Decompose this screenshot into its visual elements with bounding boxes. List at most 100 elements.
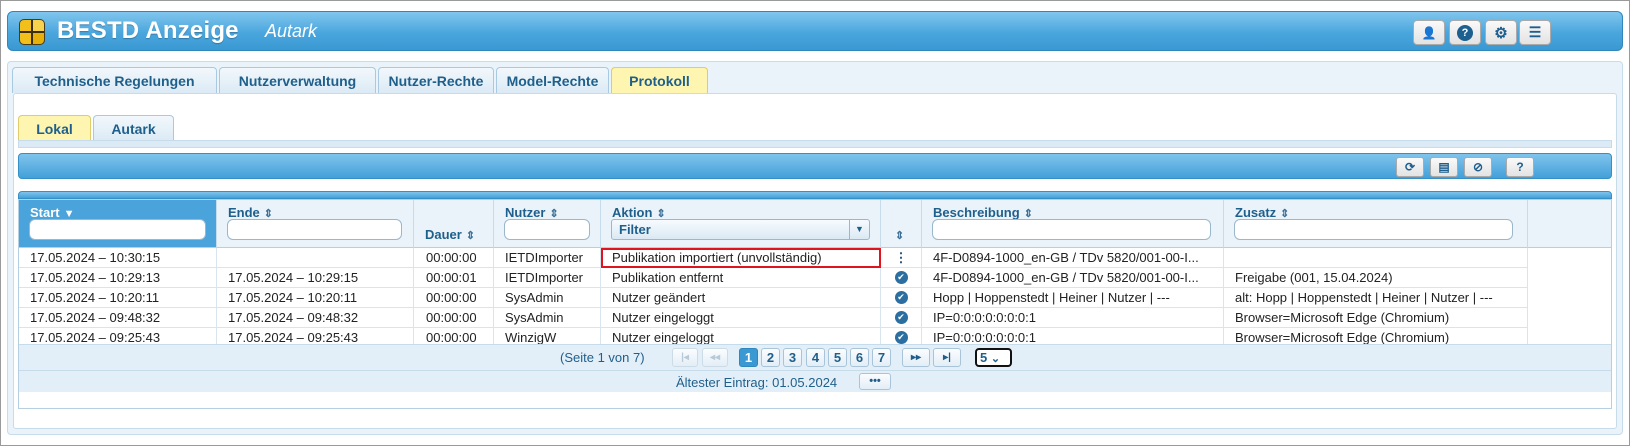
tab-label: Protokoll <box>629 72 690 89</box>
sort-icon: ⇕ <box>895 230 905 242</box>
refresh-icon: ⟳ <box>1404 160 1416 174</box>
page-info: (Seite 1 von 7) <box>560 350 645 365</box>
cell-status: ✔ <box>881 308 922 328</box>
help-icon: ? <box>1516 160 1524 174</box>
cell-ende <box>217 248 414 268</box>
cell-status: ✔ <box>881 268 922 288</box>
check-circle-icon: ✔ <box>894 271 908 285</box>
cell-status[interactable]: ⋮ <box>881 248 922 268</box>
filter-select-aktion[interactable]: Filter ▼ <box>611 219 870 240</box>
cell-start: 17.05.2024 – 10:30:15 <box>19 248 217 268</box>
filter-input-nutzer[interactable] <box>504 219 590 240</box>
more-vertical-icon[interactable]: ⋮ <box>895 250 908 265</box>
cell-aktion: Publikation entfernt <box>601 268 881 288</box>
grid-footer: Ältester Eintrag: 01.05.2024 ••• <box>19 370 1611 392</box>
cell-dauer: 00:00:00 <box>414 288 494 308</box>
more-button[interactable]: ••• <box>859 373 891 390</box>
app-window: BESTD Anzeige Autark 👤 ? ⚙ ☰ Technische … <box>0 0 1630 446</box>
tab-label: Model-Rechte <box>506 72 599 89</box>
settings-button[interactable]: ⚙ <box>1485 20 1517 45</box>
column-label: Start <box>30 205 60 220</box>
column-header-start[interactable]: Start ▼ <box>19 200 217 248</box>
cell-nutzer: IETDImporter <box>494 248 601 268</box>
subtab-lokal[interactable]: Lokal <box>18 115 91 141</box>
menu-button[interactable]: ☰ <box>1519 20 1551 45</box>
chevron-down-icon: ⌄ <box>990 353 1001 365</box>
check-circle-icon: ✔ <box>894 291 908 305</box>
tab-label: Nutzerverwaltung <box>238 72 357 89</box>
page-button-1[interactable]: 1 <box>739 348 758 367</box>
cell-beschreibung: 4F-D0894-1000_en-GB / TDv 5820/001-00-I.… <box>922 268 1224 288</box>
user-button[interactable]: 👤 <box>1413 20 1445 45</box>
tab-protokoll[interactable]: Protokoll <box>611 67 708 93</box>
column-header-ende[interactable]: Ende ⇕ <box>217 200 414 248</box>
cell-start: 17.05.2024 – 10:20:11 <box>19 288 217 308</box>
filter-input-ende[interactable] <box>227 219 402 240</box>
app-logo-icon <box>19 19 45 45</box>
column-label: Zusatz <box>1235 205 1277 220</box>
tab-nutzer-rechte[interactable]: Nutzer-Rechte <box>378 67 494 93</box>
column-header-beschreibung[interactable]: Beschreibung ⇕ <box>922 200 1224 248</box>
prev-page-button[interactable]: ◂◂ <box>702 348 728 367</box>
cell-dauer: 00:00:00 <box>414 308 494 328</box>
cell-ende: 17.05.2024 – 09:48:32 <box>217 308 414 328</box>
first-page-button[interactable]: |◂ <box>672 348 698 367</box>
cell-nutzer: IETDImporter <box>494 268 601 288</box>
excel-export-icon: ▤ <box>1438 160 1450 174</box>
page-button-7[interactable]: 7 <box>872 348 891 367</box>
help-icon: ? <box>1457 24 1473 41</box>
table-help-button[interactable]: ? <box>1506 157 1534 177</box>
column-header-aktion[interactable]: Aktion ⇕ Filter ▼ <box>601 200 881 248</box>
page-button-5[interactable]: 5 <box>828 348 847 367</box>
page-size-value: 5 <box>980 350 988 365</box>
last-page-button[interactable]: ▸| <box>933 348 961 367</box>
cell-zusatz <box>1224 248 1528 268</box>
table-row[interactable]: 17.05.2024 – 10:29:13 17.05.2024 – 10:29… <box>19 268 1528 288</box>
filter-input-start[interactable] <box>29 219 206 240</box>
cell-ende: 17.05.2024 – 10:29:15 <box>217 268 414 288</box>
column-label: Nutzer <box>505 205 546 220</box>
tab-label: Nutzer-Rechte <box>388 72 484 89</box>
cell-aktion: Nutzer geändert <box>601 288 881 308</box>
page-button-2[interactable]: 2 <box>761 348 780 367</box>
refresh-button[interactable]: ⟳ <box>1396 157 1424 177</box>
clear-filter-button[interactable]: ⊘ <box>1464 157 1492 177</box>
next-page-button[interactable]: ▸▸ <box>902 348 930 367</box>
column-header-nutzer[interactable]: Nutzer ⇕ <box>494 200 601 248</box>
cell-status: ✔ <box>881 288 922 308</box>
cell-zusatz: alt: Hopp | Hoppenstedt | Heiner | Nutze… <box>1224 288 1528 308</box>
filter-select-value: Filter <box>619 222 651 237</box>
filter-input-zusatz[interactable] <box>1234 219 1513 240</box>
cell-aktion: Publikation importiert (unvollständig) <box>601 248 881 268</box>
help-button[interactable]: ? <box>1449 20 1481 45</box>
tab-model-rechte[interactable]: Model-Rechte <box>496 67 609 93</box>
page-button-6[interactable]: 6 <box>850 348 869 367</box>
cell-zusatz: Browser=Microsoft Edge (Chromium) <box>1224 308 1528 328</box>
page-button-3[interactable]: 3 <box>783 348 802 367</box>
grid-caption-bar <box>18 191 1612 199</box>
cell-nutzer: SysAdmin <box>494 308 601 328</box>
user-icon: 👤 <box>1421 25 1437 40</box>
excel-export-button[interactable]: ▤ <box>1430 157 1458 177</box>
oldest-entry-info: Ältester Eintrag: 01.05.2024 <box>676 375 838 390</box>
table-row[interactable]: 17.05.2024 – 09:48:32 17.05.2024 – 09:48… <box>19 308 1528 328</box>
tab-label: Technische Regelungen <box>34 72 195 89</box>
tab-technische-regelungen[interactable]: Technische Regelungen <box>12 67 217 93</box>
table-toolbar: ⟳ ▤ ⊘ ? <box>18 153 1612 179</box>
filter-input-beschreibung[interactable] <box>932 219 1211 240</box>
table-row[interactable]: 17.05.2024 – 10:30:15 00:00:00 IETDImpor… <box>19 248 1528 268</box>
column-header-status[interactable]: ⇕ <box>881 200 922 248</box>
protokoll-grid: Start ▼ Ende ⇕ Dauer ⇕ Nutzer ⇕ Aktion ⇕ Filt… <box>18 199 1612 409</box>
page-size-select[interactable]: 5 ⌄ <box>975 348 1012 367</box>
column-header-dauer[interactable]: Dauer ⇕ <box>414 200 494 248</box>
page-button-4[interactable]: 4 <box>806 348 825 367</box>
app-header: BESTD Anzeige Autark 👤 ? ⚙ ☰ <box>7 11 1623 51</box>
table-row[interactable]: 17.05.2024 – 10:20:11 17.05.2024 – 10:20… <box>19 288 1528 308</box>
column-label: Beschreibung <box>933 205 1020 220</box>
subtab-autark[interactable]: Autark <box>93 115 174 141</box>
subtab-label: Lokal <box>36 120 73 137</box>
chevron-down-icon: ▼ <box>849 220 869 239</box>
column-header-zusatz[interactable]: Zusatz ⇕ <box>1224 200 1528 248</box>
tab-nutzerverwaltung[interactable]: Nutzerverwaltung <box>219 67 376 93</box>
app-title: BESTD Anzeige <box>57 17 239 44</box>
